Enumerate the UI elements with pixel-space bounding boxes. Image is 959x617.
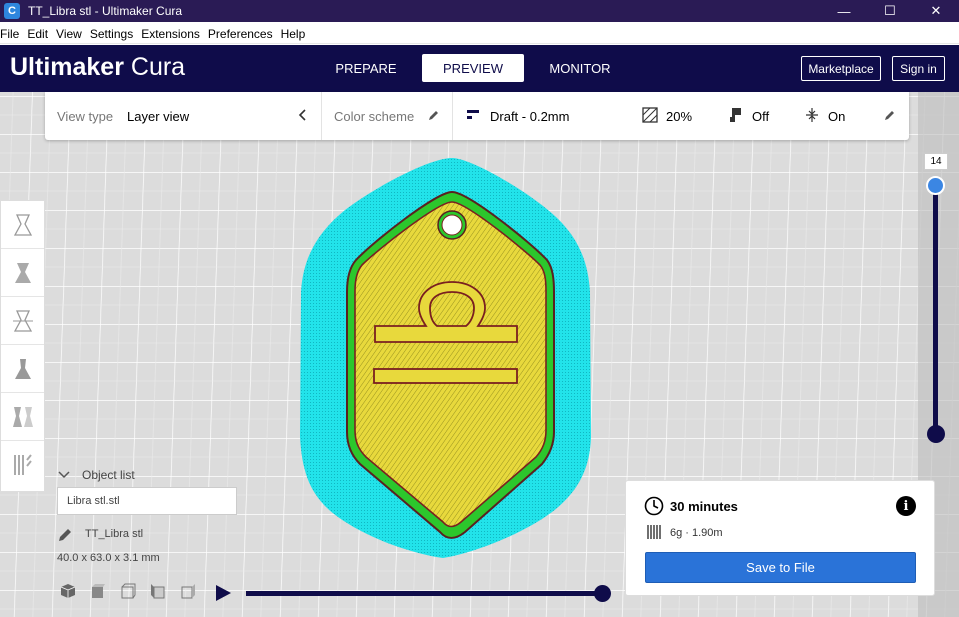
sign-in-button[interactable]: Sign in [892, 56, 945, 81]
mirror-icon [14, 358, 31, 379]
app-header: Ultimaker Cura PREPARE PREVIEW MONITOR M… [0, 45, 959, 92]
camera-view-buttons [60, 583, 210, 599]
stage-tabs: PREPARE PREVIEW MONITOR [323, 54, 636, 82]
mirror-tool-button[interactable] [1, 345, 44, 393]
object-list-toggle[interactable]: Object list [58, 468, 135, 482]
settings-pencil-icon[interactable] [881, 106, 899, 124]
object-list-header: Object list [82, 468, 135, 482]
marketplace-button[interactable]: Marketplace [801, 56, 881, 81]
print-profile-selector[interactable]: Draft - 0.2mm [490, 109, 569, 124]
object-dimensions: 40.0 x 63.0 x 3.1 mm [57, 552, 160, 564]
support-blocker-icon [13, 454, 32, 475]
save-to-file-button[interactable]: Save to File [645, 552, 916, 583]
top-view-icon[interactable] [120, 583, 136, 599]
preview-toolbar: View type Layer view Color scheme Draft … [45, 92, 909, 140]
color-scheme-button[interactable]: Color scheme [334, 109, 414, 124]
chevron-down-icon [58, 471, 70, 479]
info-icon[interactable]: i [896, 496, 916, 516]
support-value[interactable]: Off [752, 109, 769, 124]
tab-monitor[interactable]: MONITOR [537, 54, 623, 82]
print-info-panel: 30 minutes i 6g · 1.90m Save to File [625, 480, 935, 596]
support-icon [727, 106, 745, 124]
menu-edit[interactable]: Edit [27, 27, 52, 41]
edit-name-pencil-icon[interactable] [58, 527, 73, 542]
rotate-tool-button[interactable] [1, 297, 44, 345]
brand-light: Cura [123, 53, 186, 81]
layer-slider-lower-handle[interactable] [927, 425, 945, 443]
window-controls: — ☐ ✕ [821, 0, 959, 22]
material-usage: 6g · 1.90m [670, 527, 723, 539]
menu-settings[interactable]: Settings [90, 27, 137, 41]
chevron-left-icon[interactable] [294, 106, 312, 124]
adhesion-value[interactable]: On [828, 109, 845, 124]
window-title: TT_Libra stl - Ultimaker Cura [28, 4, 183, 18]
toolbar-divider [321, 92, 322, 140]
per-model-settings-button[interactable] [1, 393, 44, 441]
profile-icon [464, 106, 482, 124]
libra-bar [373, 368, 518, 384]
cura-app-icon: C [4, 3, 20, 19]
menu-preferences[interactable]: Preferences [208, 27, 277, 41]
adhesion-icon [803, 106, 821, 124]
minimize-button[interactable]: — [821, 0, 867, 22]
tool-panel [0, 200, 45, 492]
view-type-dropdown[interactable]: Layer view [127, 109, 189, 124]
right-view-icon[interactable] [180, 583, 196, 599]
simulation-timeline-track[interactable] [246, 591, 600, 596]
object-name: TT_Libra stl [85, 528, 144, 540]
play-simulation-button[interactable] [216, 585, 231, 601]
maximize-button[interactable]: ☐ [867, 0, 913, 22]
menu-help[interactable]: Help [281, 27, 310, 41]
menu-file[interactable]: File [0, 27, 23, 41]
view-type-label: View type [57, 109, 114, 124]
infill-value[interactable]: 20% [666, 109, 692, 124]
toolbar-divider [452, 92, 453, 140]
menu-bar: File Edit View Settings Extensions Prefe… [0, 24, 959, 44]
brand-logo: Ultimaker Cura [10, 53, 185, 82]
layer-slider-upper-handle[interactable] [926, 176, 945, 195]
print-time: 30 minutes [670, 499, 738, 514]
support-blocker-button[interactable] [1, 441, 44, 489]
tab-prepare[interactable]: PREPARE [323, 54, 409, 82]
spool-icon [647, 525, 661, 539]
clock-icon [644, 496, 664, 516]
infill-icon [641, 106, 659, 124]
front-view-icon[interactable] [90, 583, 106, 599]
scale-icon [14, 262, 31, 283]
pencil-icon[interactable] [425, 106, 443, 124]
move-icon [13, 213, 32, 236]
close-button[interactable]: ✕ [913, 0, 959, 22]
tab-preview[interactable]: PREVIEW [422, 54, 524, 82]
menu-view[interactable]: View [56, 27, 86, 41]
object-list-item[interactable]: Libra stl.stl [57, 487, 237, 515]
layer-slider-track[interactable] [933, 186, 938, 434]
brand-bold: Ultimaker [10, 53, 124, 81]
current-layer-label[interactable]: 14 [924, 153, 948, 170]
simulation-timeline-handle[interactable] [594, 585, 611, 602]
scale-tool-button[interactable] [1, 249, 44, 297]
window-title-bar: C TT_Libra stl - Ultimaker Cura — ☐ ✕ [0, 0, 959, 22]
per-model-settings-icon [12, 406, 33, 427]
move-tool-button[interactable] [1, 201, 44, 249]
menu-extensions[interactable]: Extensions [141, 27, 204, 41]
3d-view-icon[interactable] [60, 583, 76, 599]
rotate-icon [12, 309, 33, 332]
left-view-icon[interactable] [150, 583, 166, 599]
